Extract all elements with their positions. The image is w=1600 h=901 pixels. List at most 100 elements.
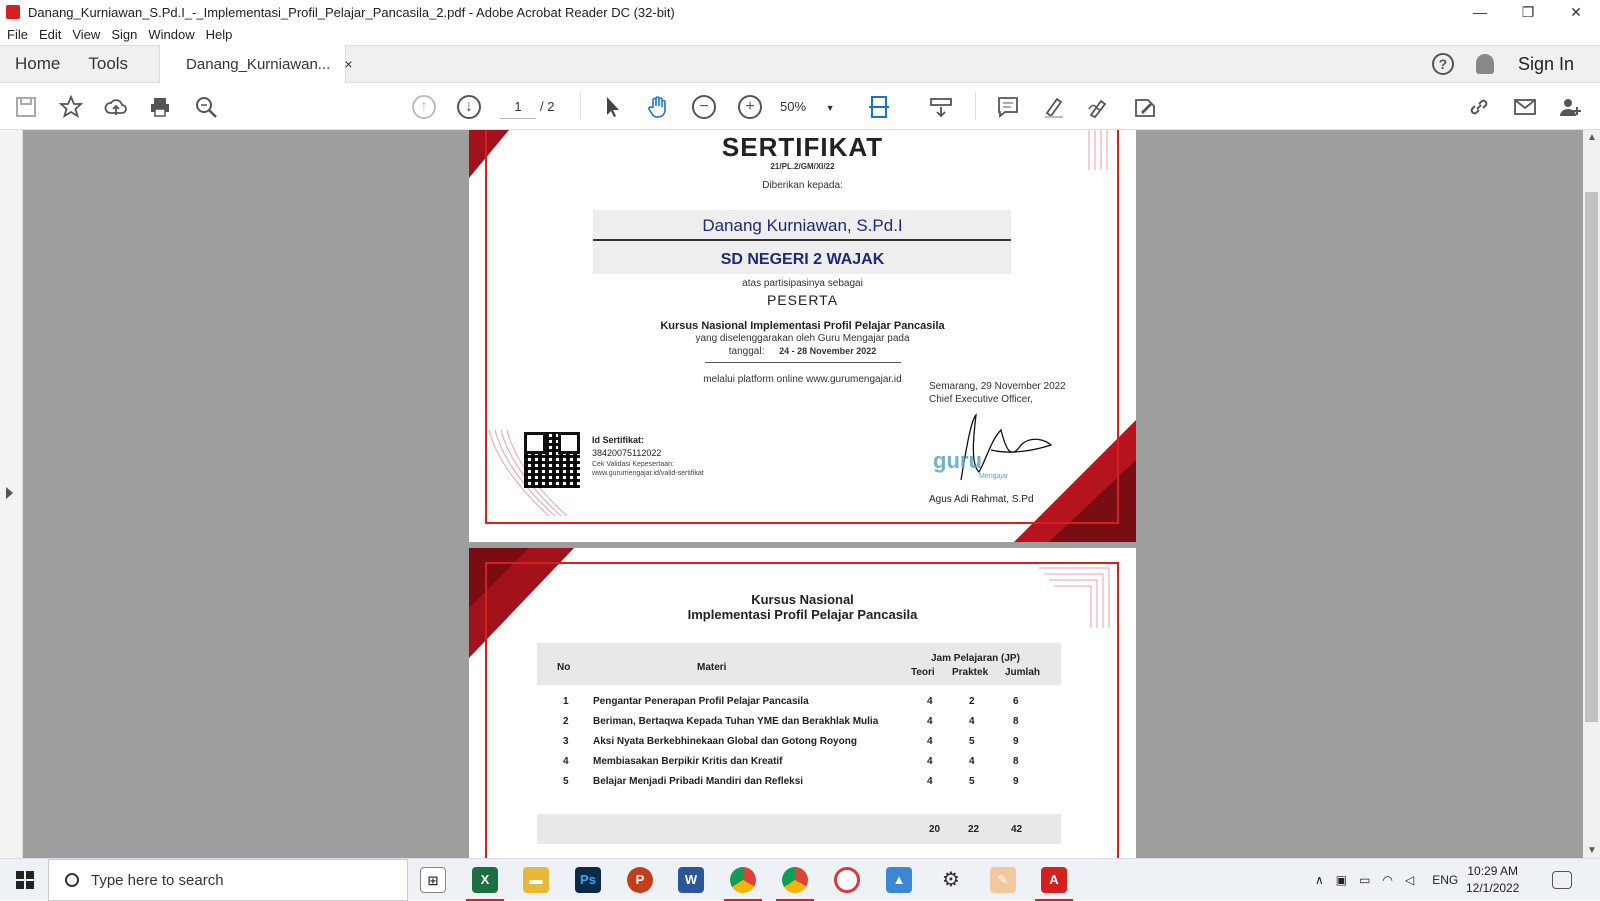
wifi-icon[interactable]: ◠ <box>1382 873 1392 887</box>
windows-start-icon[interactable] <box>16 871 34 889</box>
row-no: 5 <box>563 776 569 787</box>
row-jumlah: 8 <box>1013 756 1019 767</box>
page-fit-icon[interactable] <box>868 95 892 119</box>
print-icon[interactable] <box>148 95 172 119</box>
minimize-button[interactable]: — <box>1456 4 1504 20</box>
upload-cloud-icon[interactable] <box>104 95 128 119</box>
notification-center-icon[interactable] <box>1552 871 1572 889</box>
hand-tool-icon[interactable] <box>646 95 670 119</box>
certificate-id-block: Id Sertifikat: 38420075112022 Cek Valida… <box>592 434 704 478</box>
help-icon[interactable]: ? <box>1431 53 1454 75</box>
acrobat-taskbar-icon[interactable]: A <box>1035 867 1073 901</box>
tab-tools[interactable]: Tools <box>88 54 128 74</box>
certificate-number: 21/PL.2/GM/XI/22 <box>770 162 835 171</box>
find-text-icon[interactable] <box>194 95 218 119</box>
organizer-text: yang diselenggarakan oleh Guru Mengajar … <box>695 333 910 344</box>
toolbar: ↑ ↓ 1 / 2 − + 50% ▼ <box>0 83 1600 130</box>
vertical-scrollbar[interactable]: ▲ ▼ <box>1583 130 1600 858</box>
highlight-pen-icon[interactable] <box>1042 95 1066 119</box>
close-tab-icon[interactable]: × <box>344 56 352 72</box>
header-praktek: Praktek <box>952 667 989 678</box>
date-divider <box>705 362 901 363</box>
taskbar-clock[interactable]: 10:29 AM 12/1/2022 <box>1466 863 1519 897</box>
clock-time: 10:29 AM <box>1467 864 1519 878</box>
row-teori: 4 <box>927 736 933 747</box>
row-jumlah: 9 <box>1013 776 1019 787</box>
pdf-page-2: Kursus Nasional Implementasi Profil Pela… <box>469 548 1136 858</box>
window-title: Danang_Kurniawan_S.Pd.I_-_Implementasi_P… <box>28 4 675 20</box>
save-icon[interactable] <box>14 95 38 119</box>
header-jumlah: Jumlah <box>1005 667 1041 678</box>
menu-view[interactable]: View <box>72 27 100 42</box>
ceo-title: Chief Executive Officer, <box>929 394 1033 405</box>
scroll-up-arrow-icon[interactable]: ▲ <box>1587 132 1597 143</box>
next-page-icon[interactable]: ↓ <box>457 95 481 119</box>
battery-icon[interactable]: ▭ <box>1359 873 1370 887</box>
given-to-label: Diberikan kepada: <box>762 180 843 191</box>
excel-app-icon[interactable]: X <box>466 867 504 901</box>
menu-help[interactable]: Help <box>206 27 233 42</box>
network-status-icon[interactable]: ▣ <box>1336 873 1347 887</box>
volume-icon[interactable]: ◁ <box>1405 873 1414 887</box>
menu-window[interactable]: Window <box>148 27 194 42</box>
row-praktek: 4 <box>969 756 975 767</box>
search-icon <box>65 873 79 887</box>
participation-text: atas partisipasinya sebagai <box>742 278 863 289</box>
date-label: tanggal: <box>728 346 765 357</box>
expand-pane-arrow-icon[interactable] <box>6 487 13 499</box>
zoom-level-select[interactable]: 50% ▼ <box>780 95 840 119</box>
row-praktek: 4 <box>969 716 975 727</box>
comment-icon[interactable] <box>996 95 1020 119</box>
qr-code <box>524 432 580 488</box>
zoom-out-icon[interactable]: − <box>692 95 716 119</box>
select-cursor-icon[interactable] <box>601 95 625 119</box>
signature-block: Semarang, 29 November 2022 Chief Executi… <box>929 380 1066 406</box>
sign-in-link[interactable]: Sign In <box>1518 54 1574 75</box>
row-no: 2 <box>563 716 569 727</box>
scrollbar-thumb[interactable] <box>1585 192 1598 722</box>
sign-pen-icon[interactable] <box>1087 95 1111 119</box>
document-tab-label: Danang_Kurniawan... <box>186 55 331 73</box>
remote-app-icon[interactable] <box>834 867 860 893</box>
row-materi: Belajar Menjadi Pribadi Mandiri dan Refl… <box>593 776 804 787</box>
share-link-icon[interactable] <box>1467 95 1491 119</box>
header-materi: Materi <box>697 662 727 673</box>
settings-gear-icon[interactable]: ⚙ <box>938 867 964 893</box>
maximize-button[interactable]: ❐ <box>1504 4 1552 21</box>
course-name: Kursus Nasional Implementasi Profil Pela… <box>660 320 945 332</box>
row-materi: Pengantar Penerapan Profil Pelajar Panca… <box>593 696 809 707</box>
row-materi: Beriman, Bertaqwa Kepada Tuhan YME dan B… <box>593 716 879 727</box>
toolbar-divider <box>975 92 976 120</box>
previous-page-icon[interactable]: ↑ <box>412 95 436 119</box>
paint-app-icon[interactable]: ✎ <box>990 867 1016 893</box>
word-app-icon[interactable]: W <box>678 867 704 893</box>
email-envelope-icon[interactable] <box>1513 95 1537 119</box>
name-underline <box>593 239 1011 241</box>
zoom-in-icon[interactable]: + <box>738 95 762 119</box>
navigation-pane-toggle[interactable] <box>0 130 23 858</box>
menu-file[interactable]: File <box>7 27 28 42</box>
scroll-down-arrow-icon[interactable]: ▼ <box>1587 845 1597 856</box>
powerpoint-app-icon[interactable]: P <box>627 867 653 893</box>
chrome-profile-2-icon[interactable] <box>776 867 814 901</box>
chrome-profile-1-icon[interactable] <box>724 867 762 901</box>
tab-document[interactable]: Danang_Kurniawan... × <box>159 45 353 83</box>
bookmark-star-icon[interactable] <box>59 95 83 119</box>
fill-sign-icon[interactable] <box>1133 95 1157 119</box>
photos-app-icon[interactable]: ▲ <box>886 867 912 893</box>
file-explorer-icon[interactable]: ▬ <box>523 867 549 893</box>
menu-edit[interactable]: Edit <box>39 27 61 42</box>
add-user-icon[interactable] <box>1558 95 1582 119</box>
photoshop-app-icon[interactable]: Ps <box>575 867 601 893</box>
task-view-icon[interactable]: ⊞ <box>420 867 446 893</box>
date-row: tanggal: 24 - 28 November 2022 <box>469 346 1136 357</box>
language-indicator[interactable]: ENG <box>1432 873 1458 887</box>
scroll-mode-icon[interactable] <box>929 95 953 119</box>
tab-home[interactable]: Home <box>15 54 60 74</box>
close-button[interactable]: ✕ <box>1552 4 1600 21</box>
taskbar-search-box[interactable]: Type here to search <box>48 859 408 901</box>
page-number-input[interactable]: 1 <box>500 95 536 119</box>
show-hidden-icons-chevron-icon[interactable]: ∧ <box>1315 873 1324 887</box>
notification-bell-icon[interactable] <box>1475 54 1494 74</box>
menu-sign[interactable]: Sign <box>111 27 137 42</box>
